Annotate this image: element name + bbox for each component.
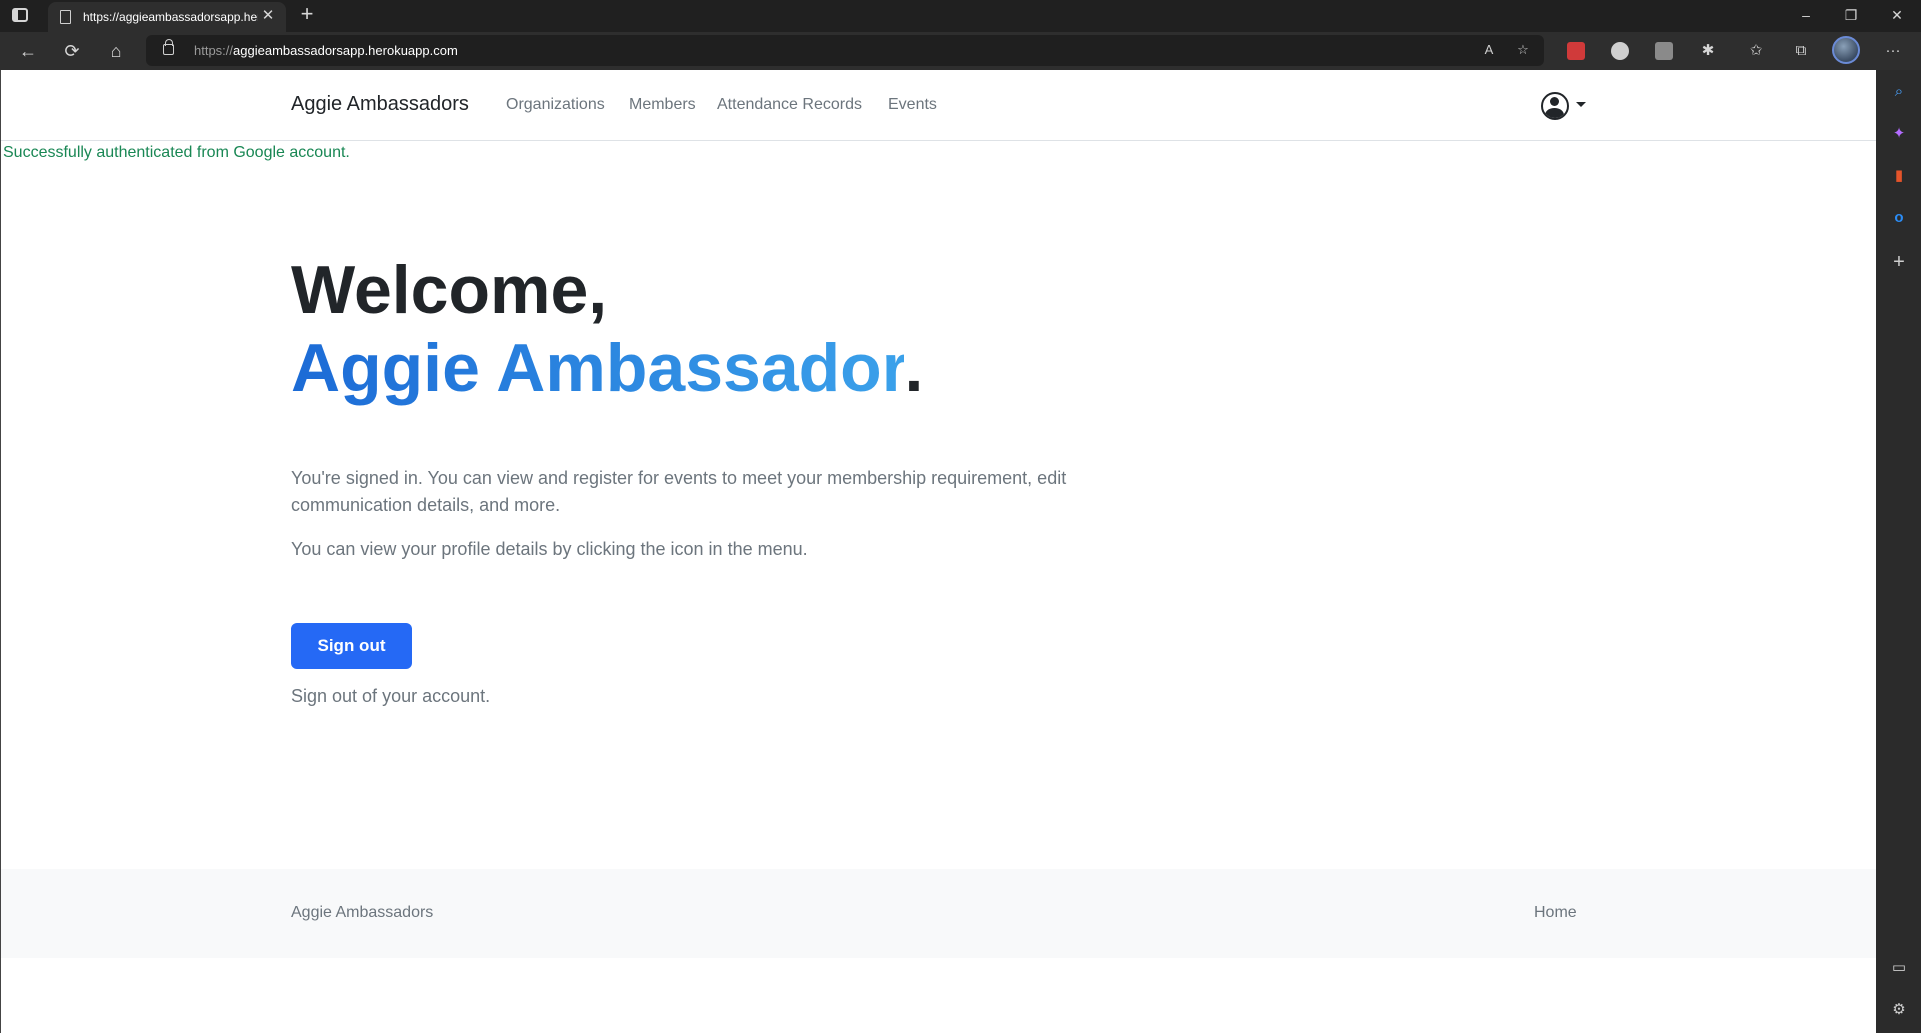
minimize-icon[interactable]: – (1795, 4, 1817, 26)
close-window-icon[interactable]: ✕ (1886, 4, 1908, 26)
extensions-icon[interactable]: ✱ (1697, 40, 1719, 62)
more-icon[interactable]: ··· (1882, 40, 1904, 62)
nav-events[interactable]: Events (888, 96, 937, 114)
settings-icon[interactable]: ⚙ (1889, 1000, 1909, 1020)
browser-tab[interactable]: https://aggieambassadorsapp.herokuapp.co… (48, 2, 286, 32)
tab-title: https://aggieambassadorsapp.herokuapp.co… (83, 10, 258, 24)
heading-period: . (904, 330, 924, 406)
read-aloud-icon[interactable]: A (1480, 41, 1498, 59)
lock-icon[interactable] (163, 39, 174, 55)
profile-hint-paragraph: You can view your profile details by cli… (291, 539, 808, 559)
user-name-heading: Aggie Ambassador. (291, 328, 923, 408)
flash-notice: Successfully authenticated from Google a… (3, 144, 350, 161)
navbar-brand[interactable]: Aggie Ambassadors (291, 93, 469, 116)
url-text[interactable]: https://aggieambassadorsapp.herokuapp.co… (194, 43, 458, 58)
favorite-icon[interactable]: ☆ (1514, 41, 1532, 59)
collections-icon[interactable]: ⧉ (1790, 40, 1812, 62)
chevron-down-icon[interactable] (1576, 102, 1586, 107)
site-footer: Aggie Ambassadors Home (1, 869, 1876, 958)
nav-attendance-records[interactable]: Attendance Records (717, 96, 862, 114)
home-icon[interactable]: ⌂ (104, 39, 128, 63)
nav-members[interactable]: Members (629, 96, 696, 114)
extension-gray-icon[interactable] (1655, 42, 1673, 60)
back-icon[interactable]: ← (16, 39, 40, 63)
restore-icon[interactable]: ❐ (1840, 4, 1862, 26)
add-icon[interactable]: + (1889, 252, 1909, 272)
sign-out-description: Sign out of your account. (291, 686, 491, 706)
sign-out-button[interactable]: Sign out (291, 623, 412, 669)
user-name: Aggie Ambassador (291, 330, 905, 406)
welcome-heading: Welcome, (291, 252, 608, 328)
page-viewport: Aggie Ambassadors Organizations Members … (0, 70, 1876, 1033)
page-icon (60, 10, 71, 24)
footer-brand: Aggie Ambassadors (291, 904, 434, 921)
favorites-icon[interactable]: ✩ (1745, 40, 1767, 62)
search-icon[interactable]: ⌕ (1889, 82, 1909, 102)
extension-circle-icon[interactable] (1611, 42, 1629, 60)
intro-paragraph: You're signed in. You can view and regis… (291, 468, 1067, 515)
address-bar[interactable]: https://aggieambassadorsapp.herokuapp.co… (146, 35, 1544, 66)
browser-tabbar: https://aggieambassadorsapp.herokuapp.co… (0, 0, 1921, 32)
tab-actions-icon[interactable] (12, 8, 28, 24)
nav-organizations[interactable]: Organizations (506, 96, 605, 114)
copilot-icon[interactable]: ✦ (1889, 124, 1909, 144)
edge-sidebar: ⌕ ✦ ▮ o + ▭ ⚙ (1876, 70, 1921, 1033)
close-tab-icon[interactable]: ✕ (260, 8, 276, 24)
footer-home-link[interactable]: Home (1534, 904, 1577, 922)
refresh-icon[interactable]: ⟳ (60, 39, 84, 63)
outlook-icon[interactable]: o (1889, 208, 1909, 228)
user-circle-icon[interactable] (1541, 92, 1569, 120)
panel-icon[interactable]: ▭ (1889, 958, 1909, 978)
new-tab-icon[interactable]: + (296, 3, 318, 26)
profile-avatar[interactable] (1832, 36, 1860, 64)
extension-red-icon[interactable] (1567, 42, 1585, 60)
browser-toolbar: ← ⟳ ⌂ https://aggieambassadorsapp.heroku… (0, 32, 1921, 70)
office-icon[interactable]: ▮ (1889, 166, 1909, 186)
site-navbar: Aggie Ambassadors Organizations Members … (1, 70, 1876, 141)
